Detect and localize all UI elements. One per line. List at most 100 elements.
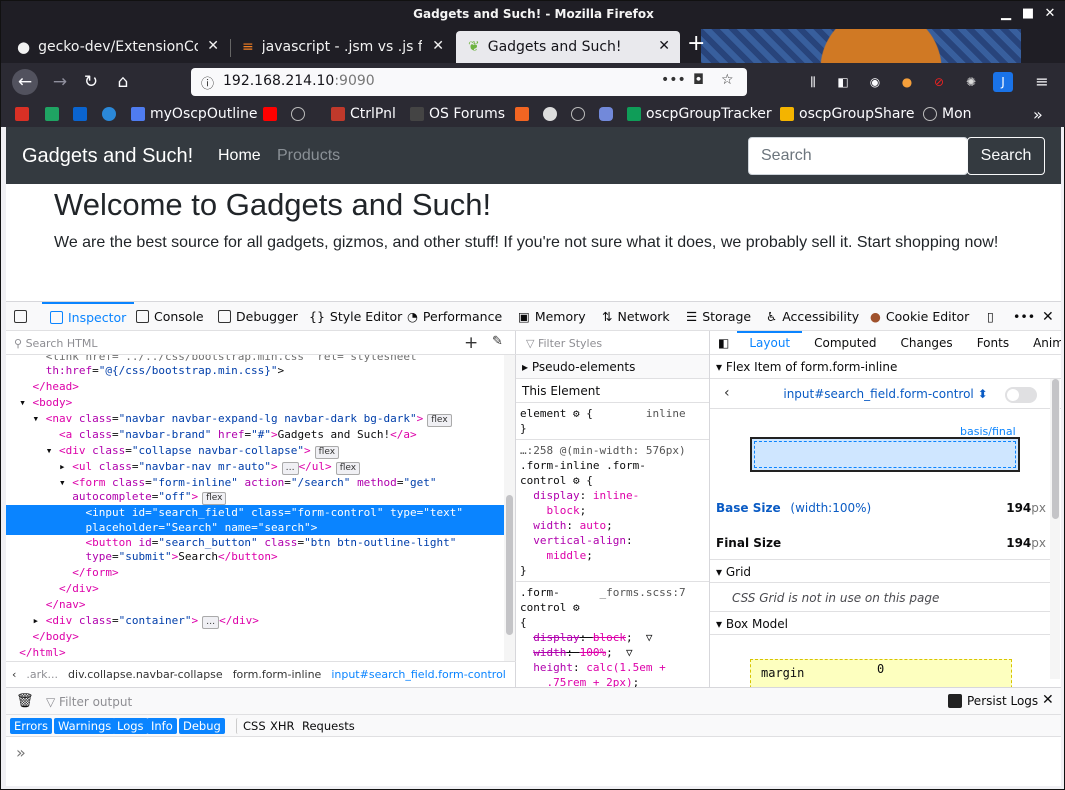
pseudo-elements-toggle[interactable]: ▸ Pseudo-elements <box>516 355 709 379</box>
flex-item-selector[interactable]: ‹ input#search_field.form-control ⬍ <box>710 379 1061 409</box>
extension-icon[interactable]: ● <box>897 72 917 92</box>
tab-gadgets[interactable]: ❦ Gadgets and Such! ✕ <box>456 31 680 63</box>
info-icon[interactable]: ⓘ <box>201 73 214 92</box>
eyedropper-icon[interactable]: ✎ <box>492 334 503 349</box>
bookmark-mon[interactable]: Mon <box>923 104 972 124</box>
box-model-header[interactable]: ▾ Box Model <box>710 611 1050 635</box>
persist-logs-checkbox[interactable]: Persist Logs <box>948 694 1038 708</box>
toggle-sidebar-icon[interactable]: ◧ <box>710 336 737 350</box>
tab-console[interactable]: Console <box>136 302 204 331</box>
tab-debugger[interactable]: Debugger <box>218 302 298 331</box>
tab-changes[interactable]: Changes <box>888 331 964 355</box>
tree-line[interactable]: </body> <box>6 629 504 644</box>
close-devtools-icon[interactable]: ✕ <box>1042 302 1054 331</box>
filter-debug[interactable]: Debug <box>179 718 225 734</box>
add-node-icon[interactable]: + <box>464 333 478 353</box>
bookmark-discord[interactable] <box>599 104 613 124</box>
pocket-icon[interactable]: ◘ <box>693 72 704 88</box>
filter-logs[interactable]: Logs <box>113 718 148 734</box>
breadcrumb-current[interactable]: input#search_field.form-control <box>331 668 506 681</box>
tab-layout[interactable]: Layout <box>737 331 803 355</box>
close-tab-icon[interactable]: ✕ <box>207 38 219 54</box>
tab-animations[interactable]: Animat <box>1021 331 1061 355</box>
sidebar-icon[interactable]: ◧ <box>833 72 853 92</box>
minimize-icon[interactable]: ▁ <box>998 6 1014 22</box>
rule-form-control[interactable]: .form- _forms.scss:7 control ⚙ { display… <box>516 582 709 687</box>
breadcrumb-back-icon[interactable]: ‹ <box>12 668 16 681</box>
more-bookmarks-icon[interactable]: » <box>1033 104 1043 124</box>
tab-github[interactable]: ● gecko-dev/ExtensionCon ✕ <box>5 31 229 63</box>
tab-accessibility[interactable]: ♿ Accessibility <box>766 302 859 331</box>
home-icon[interactable]: ⌂ <box>110 69 136 95</box>
url-text[interactable]: 192.168.214.10:9090 <box>223 73 375 89</box>
tree-line[interactable]: th:href="@{/css/bootstrap.min.css}"> <box>6 363 504 378</box>
tab-performance[interactable]: ◔ Performance <box>407 302 502 331</box>
flex-highlight-toggle[interactable] <box>1005 387 1037 403</box>
tab-storage[interactable]: ☰ Storage <box>686 302 751 331</box>
bookmark-osforums[interactable]: OS Forums <box>410 104 505 124</box>
library-icon[interactable]: ⫼ <box>803 72 823 92</box>
tab-inspector[interactable]: Inspector <box>42 302 135 331</box>
bookmark-github[interactable] <box>543 104 557 124</box>
extension-j-icon[interactable]: J <box>993 72 1013 92</box>
bookmark-star-icon[interactable]: ☆ <box>721 72 734 88</box>
bookmark-oscpgroupshare[interactable]: oscpGroupShare <box>780 104 914 124</box>
page-actions-icon[interactable]: ••• <box>661 72 686 88</box>
filter-errors[interactable]: Errors <box>10 718 53 734</box>
new-tab-icon[interactable]: + <box>687 31 705 56</box>
tree-line[interactable]: autocomplete="off"> flex <box>6 489 504 505</box>
filter-css[interactable]: CSS <box>236 718 270 734</box>
tab-computed[interactable]: Computed <box>802 331 888 355</box>
grid-section-header[interactable]: ▾ Grid <box>710 559 1050 583</box>
bookmark-bolt[interactable] <box>515 104 529 124</box>
tab-style-editor[interactable]: {} Style Editor <box>309 302 402 331</box>
bookmark-globe-2[interactable] <box>571 104 585 124</box>
blocker-icon[interactable]: ⊘ <box>929 72 949 92</box>
tree-line[interactable]: type="submit">Search</button> <box>6 549 504 564</box>
rule-element[interactable]: element ⚙ { inline } <box>516 403 709 440</box>
tab-stackoverflow[interactable]: ≡ javascript - .jsm vs .js file ✕ <box>230 31 454 63</box>
site-brand[interactable]: Gadgets and Such! <box>22 145 193 168</box>
tree-line[interactable]: ▸ <div class="container">… </div> <box>6 613 504 629</box>
close-tab-icon[interactable]: ✕ <box>432 38 444 54</box>
url-bar[interactable]: ⓘ 192.168.214.10:9090 ••• ◘ ☆ <box>191 68 747 96</box>
search-button[interactable]: Search <box>967 137 1045 175</box>
breadcrumb-item[interactable]: .ark... <box>26 668 58 681</box>
tree-line[interactable]: ▾ <form class="form-inline" action="/sea… <box>6 475 504 490</box>
breadcrumb-item[interactable]: form.form-inline <box>233 668 322 681</box>
filter-info[interactable]: Info <box>147 718 177 734</box>
search-input[interactable]: Search <box>748 137 968 175</box>
close-window-icon[interactable]: ✕ <box>1042 6 1058 22</box>
maximize-icon[interactable]: ■ <box>1020 6 1036 22</box>
back-icon[interactable]: ‹ <box>724 385 730 401</box>
close-tab-icon[interactable]: ✕ <box>658 38 670 54</box>
breadcrumb-item[interactable]: div.collapse.navbar-collapse <box>68 668 223 681</box>
tree-line[interactable]: </html> <box>6 645 504 660</box>
filter-xhr[interactable]: XHR <box>266 718 299 734</box>
bookmark-drive[interactable] <box>45 104 59 124</box>
bookmark-ctrlpnl[interactable]: CtrlPnl <box>331 104 396 124</box>
element-picker-icon[interactable] <box>14 302 27 331</box>
tab-cookie-editor[interactable]: ● Cookie Editor <box>870 302 969 331</box>
filter-requests[interactable]: Requests <box>298 718 359 734</box>
bookmark-onedrive[interactable] <box>102 104 116 124</box>
bookmark-youtube[interactable] <box>263 104 277 124</box>
responsive-mode-icon[interactable]: ▯ <box>987 302 994 331</box>
tree-line[interactable]: ▾ <nav class="navbar navbar-expand-lg na… <box>6 411 504 427</box>
bookmark-globe[interactable] <box>291 104 305 124</box>
trash-icon[interactable]: 🗑 <box>16 693 34 709</box>
tab-network[interactable]: ⇅ Network <box>602 302 670 331</box>
tree-line[interactable]: ▾ <div class="collapse navbar-collapse">… <box>6 443 504 459</box>
tab-fonts[interactable]: Fonts <box>965 331 1021 355</box>
close-console-icon[interactable]: ✕ <box>1042 692 1054 708</box>
tree-line[interactable]: <a class="navbar-brand" href="#">Gadgets… <box>6 427 504 442</box>
filter-warnings[interactable]: Warnings <box>54 718 116 734</box>
filter-output-input[interactable]: ▽ Filter output <box>46 695 132 709</box>
menu-icon[interactable]: ≡ <box>1032 72 1052 92</box>
filter-styles-input[interactable]: ▽ Filter Styles <box>516 331 709 355</box>
more-options-icon[interactable]: ••• <box>1013 302 1035 331</box>
reload-icon[interactable]: ↻ <box>78 69 104 95</box>
console-input[interactable]: » <box>6 737 1061 786</box>
tree-line[interactable]: ▾ <body> <box>6 395 504 410</box>
cookie-extension-icon[interactable]: ✺ <box>961 72 981 92</box>
